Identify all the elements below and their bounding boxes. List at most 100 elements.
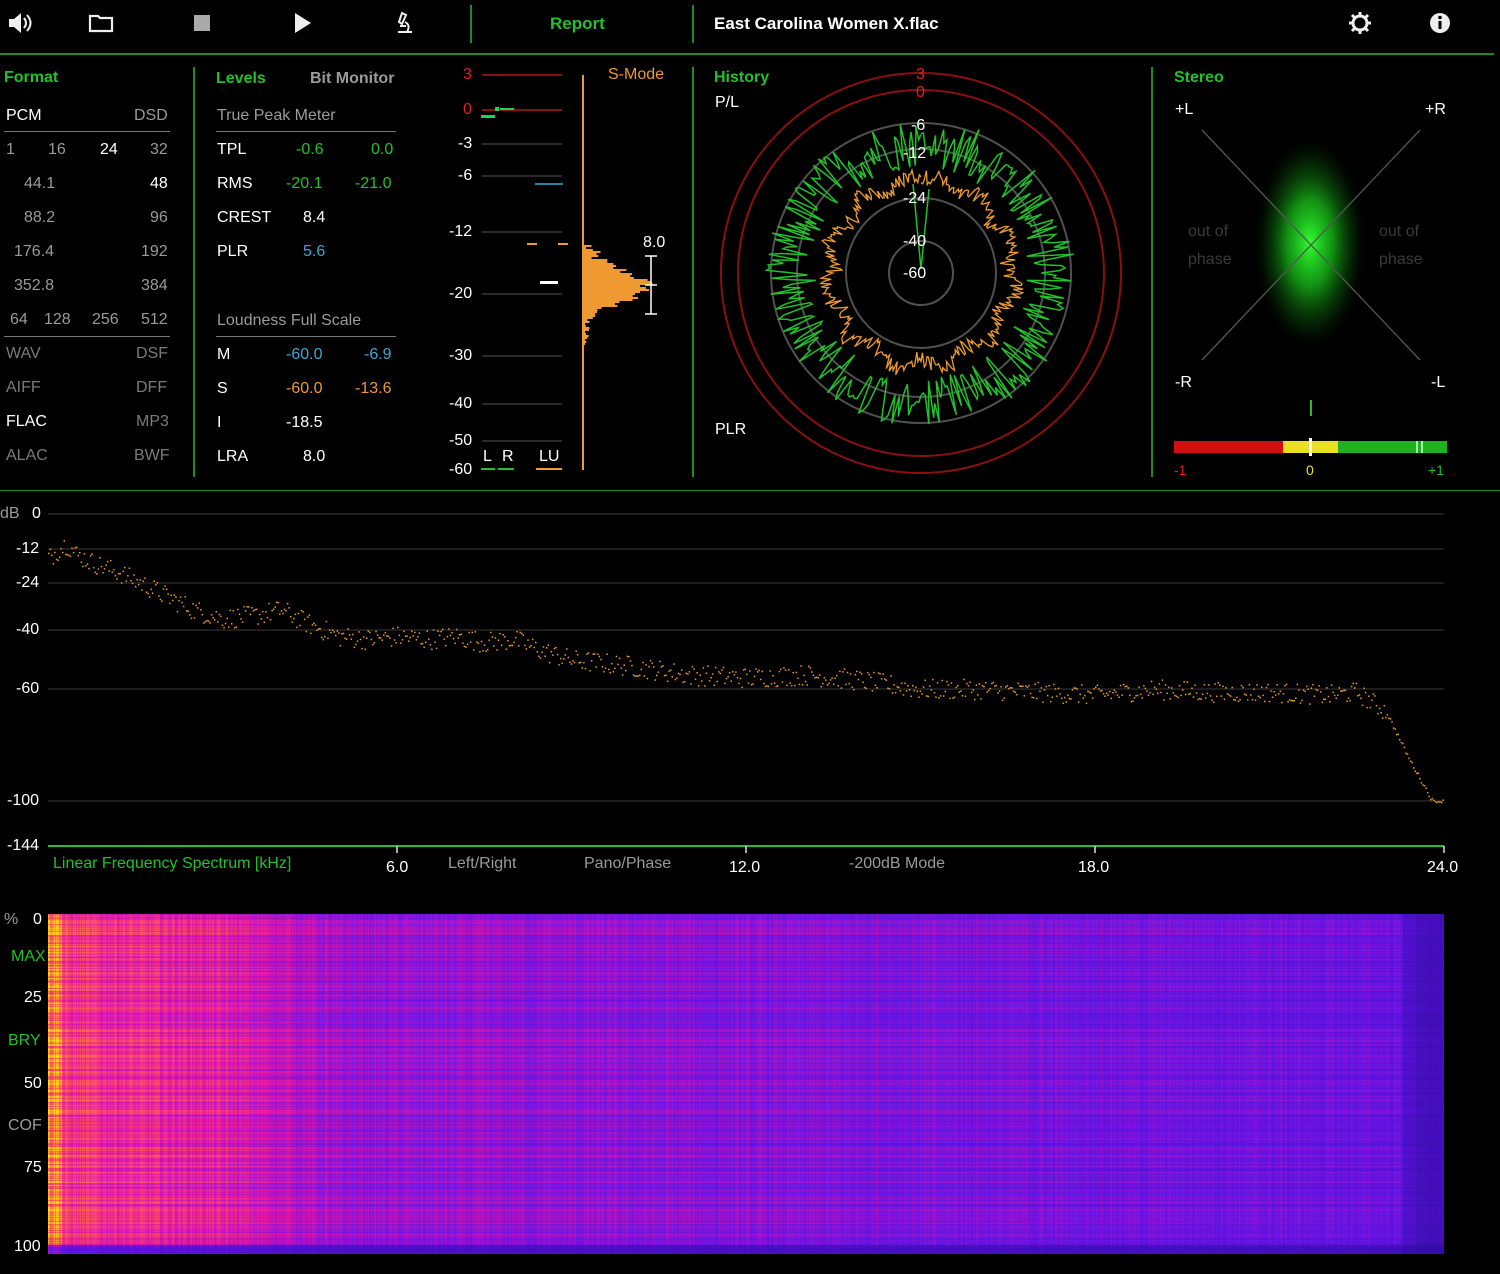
- spectrum-point: [397, 626, 399, 629]
- smode-button[interactable]: S-Mode: [608, 66, 664, 84]
- spectrum-point: [1276, 684, 1278, 686]
- spectrum-point: [899, 690, 902, 692]
- folder-icon[interactable]: [86, 8, 116, 38]
- spectrum-point: [237, 608, 239, 611]
- pano-phase-button[interactable]: Pano/Phase: [584, 855, 671, 873]
- spectrum-point: [465, 646, 467, 648]
- spectrum-point: [117, 573, 120, 575]
- spectrum-point: [311, 624, 314, 626]
- spectrum-point: [736, 677, 739, 679]
- spectrum-point: [1180, 694, 1182, 697]
- spectrum-point: [66, 554, 69, 556]
- spectrum-point: [424, 641, 427, 643]
- histogram-bar: [584, 315, 596, 317]
- spectrum-point: [777, 685, 779, 687]
- spectrum-point: [1105, 692, 1108, 694]
- channel-lu: LU: [539, 448, 560, 465]
- ring-label-m40: -40: [903, 233, 927, 250]
- speaker-icon[interactable]: [5, 8, 35, 38]
- spectrum-point: [890, 675, 892, 677]
- spectrum-point: [221, 624, 224, 626]
- marker-cof[interactable]: COF: [8, 1117, 42, 1135]
- info-icon[interactable]: [1425, 8, 1455, 38]
- corr-scale-zero: 0: [1306, 462, 1314, 478]
- spectrum-point: [227, 626, 230, 628]
- spectrum-point: [1043, 689, 1046, 691]
- spectrum-point: [635, 675, 638, 677]
- spectrum-point: [977, 694, 979, 696]
- spectrum-point: [519, 631, 521, 634]
- spectrum-point: [378, 637, 380, 639]
- spectrum-point: [687, 673, 689, 675]
- play-icon[interactable]: [287, 8, 317, 38]
- spectrum-point: [286, 603, 289, 605]
- spectrum-point: [505, 648, 508, 650]
- spectrum-point: [355, 643, 357, 646]
- spectrum-point: [459, 634, 461, 636]
- bit-monitor-button[interactable]: Bit Monitor: [310, 70, 394, 88]
- histogram-bar: [584, 263, 614, 265]
- spectrum-point: [949, 697, 951, 700]
- left-right-button[interactable]: Left/Right: [448, 855, 516, 873]
- marker-bry[interactable]: BRY: [8, 1032, 41, 1050]
- spectrum-point: [1324, 698, 1327, 701]
- meter-tick-m12: -12: [449, 223, 473, 240]
- gear-icon[interactable]: [1345, 8, 1375, 38]
- spectrum-point: [573, 661, 576, 664]
- spectrum-point: [612, 671, 615, 673]
- spectrum-point: [269, 618, 272, 621]
- marker-max[interactable]: MAX: [11, 948, 46, 966]
- spectrum-point: [1417, 772, 1420, 774]
- spectrum-point: [122, 570, 124, 573]
- spectrum-point: [984, 682, 987, 684]
- spectrum-mode-label[interactable]: Linear Frequency Spectrum [kHz]: [53, 855, 291, 873]
- s-value-a: -60.0: [286, 380, 323, 397]
- spectrum-point: [125, 580, 128, 582]
- meter-tick-m50: -50: [449, 432, 473, 449]
- spectrum-point: [753, 675, 756, 678]
- spectrum-point: [1101, 689, 1103, 692]
- spectrum-point: [925, 695, 928, 697]
- spectrum-point: [1074, 687, 1077, 689]
- out-of-phase-right: out of: [1379, 223, 1420, 240]
- spectrum-point: [1378, 707, 1381, 710]
- spectrum-point: [1140, 693, 1142, 696]
- spectrum-point: [1177, 696, 1179, 699]
- spectrum-point: [584, 667, 587, 670]
- spectrum-point: [575, 650, 577, 652]
- spectrum-point: [1005, 686, 1007, 688]
- spectrum-point: [1261, 686, 1263, 689]
- spectrum-point: [376, 634, 379, 636]
- spectrum-point: [710, 676, 712, 679]
- spectrum-point: [950, 682, 953, 684]
- spectrum-point: [834, 677, 836, 680]
- spectrum-point: [1160, 691, 1162, 694]
- spectrum-point: [842, 671, 844, 673]
- spectrum-point: [716, 680, 718, 683]
- spectrum-point: [983, 685, 985, 688]
- spectrum-point: [1217, 682, 1219, 684]
- spectrum-point: [162, 588, 165, 590]
- true-peak-title: True Peak Meter: [217, 107, 336, 124]
- spectrum-point: [1087, 690, 1089, 693]
- report-button[interactable]: Report: [550, 14, 605, 34]
- spectrum-point: [451, 632, 453, 634]
- s-label: S: [217, 380, 228, 397]
- spectrum-point: [724, 682, 726, 685]
- spectrum-point: [249, 613, 252, 616]
- stop-icon[interactable]: [187, 8, 217, 38]
- spectrum-point: [136, 579, 138, 581]
- spectrum-point: [614, 667, 616, 670]
- spectrum-point: [480, 640, 483, 643]
- microscope-icon[interactable]: [389, 8, 419, 38]
- minus200db-button[interactable]: -200dB Mode: [849, 855, 945, 873]
- spectrum-point: [446, 635, 449, 638]
- rate-384: 384: [141, 277, 168, 294]
- spectrum-point: [1430, 798, 1432, 801]
- spectrum-point: [79, 552, 81, 554]
- spectrum-point: [1386, 714, 1389, 716]
- spectrum-point: [445, 644, 447, 647]
- spectrum-point: [442, 628, 444, 631]
- spectrum-point: [659, 660, 661, 663]
- spectrum-point: [190, 617, 193, 620]
